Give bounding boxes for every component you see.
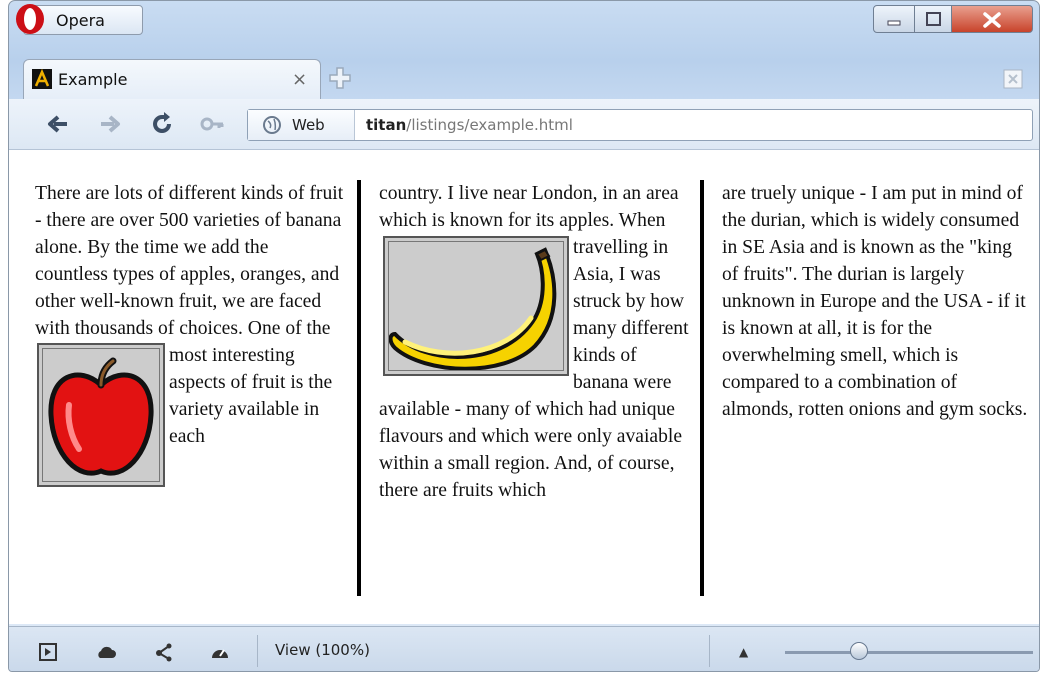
cloud-icon[interactable] (95, 641, 117, 663)
column-2: country. I live near London, in an area … (379, 180, 689, 504)
column-1: There are lots of different kinds of fru… (35, 180, 345, 487)
banana-image (383, 236, 569, 376)
key-icon[interactable] (199, 111, 225, 137)
maximize-icon (926, 12, 941, 26)
zoom-slider-track[interactable] (785, 651, 1033, 654)
page-content: There are lots of different kinds of fru… (9, 150, 1039, 624)
reload-icon[interactable] (149, 111, 175, 137)
forward-icon[interactable] (97, 111, 123, 137)
zoom-slider-knob[interactable] (850, 642, 869, 660)
status-bar: View (100%) ▲ (9, 626, 1039, 671)
column-rule-1 (357, 180, 361, 596)
apple-image (37, 343, 165, 487)
column-rule-2 (700, 180, 704, 596)
panel-icon[interactable] (37, 641, 59, 663)
maximize-button[interactable] (914, 5, 952, 33)
url-text[interactable]: titan/listings/example.html (366, 116, 573, 134)
column-3: are truely unique - I am put in mind of … (722, 180, 1032, 423)
opera-menu-label: Opera (56, 11, 105, 30)
opera-logo-icon (16, 4, 44, 34)
tab-title: Example (58, 70, 128, 89)
navigation-toolbar: Web titan/listings/example.html (9, 99, 1039, 150)
zoom-up-icon[interactable]: ▲ (739, 645, 748, 659)
minimize-icon (887, 20, 901, 26)
paragraph-text: are truely unique - I am put in mind of … (722, 183, 1028, 420)
view-zoom-label[interactable]: View (100%) (275, 641, 370, 659)
close-icon (983, 12, 1001, 28)
speed-icon[interactable] (209, 641, 231, 663)
paragraph-text: There are lots of different kinds of fru… (35, 183, 344, 339)
new-tab-icon[interactable] (327, 65, 353, 91)
tab-close-button[interactable]: × (292, 69, 307, 90)
url-path: /listings/example.html (406, 116, 573, 134)
status-separator (257, 635, 258, 667)
back-icon[interactable] (45, 111, 71, 137)
opera-menu-button[interactable]: Opera (16, 4, 143, 35)
browser-window: Opera Example × Web titan/listings/examp… (8, 0, 1040, 672)
minimize-button[interactable] (873, 5, 915, 33)
status-separator (709, 635, 710, 667)
close-window-button[interactable] (951, 5, 1033, 33)
web-icon (263, 116, 281, 134)
site-info-label: Web (292, 116, 325, 134)
site-info-button[interactable]: Web (248, 110, 355, 140)
favicon-icon (32, 68, 52, 89)
address-bar[interactable]: Web titan/listings/example.html (247, 109, 1033, 141)
share-icon[interactable] (153, 641, 175, 663)
tab-example[interactable]: Example × (23, 59, 321, 99)
url-host: titan (366, 116, 407, 134)
trash-icon[interactable] (1001, 67, 1025, 91)
